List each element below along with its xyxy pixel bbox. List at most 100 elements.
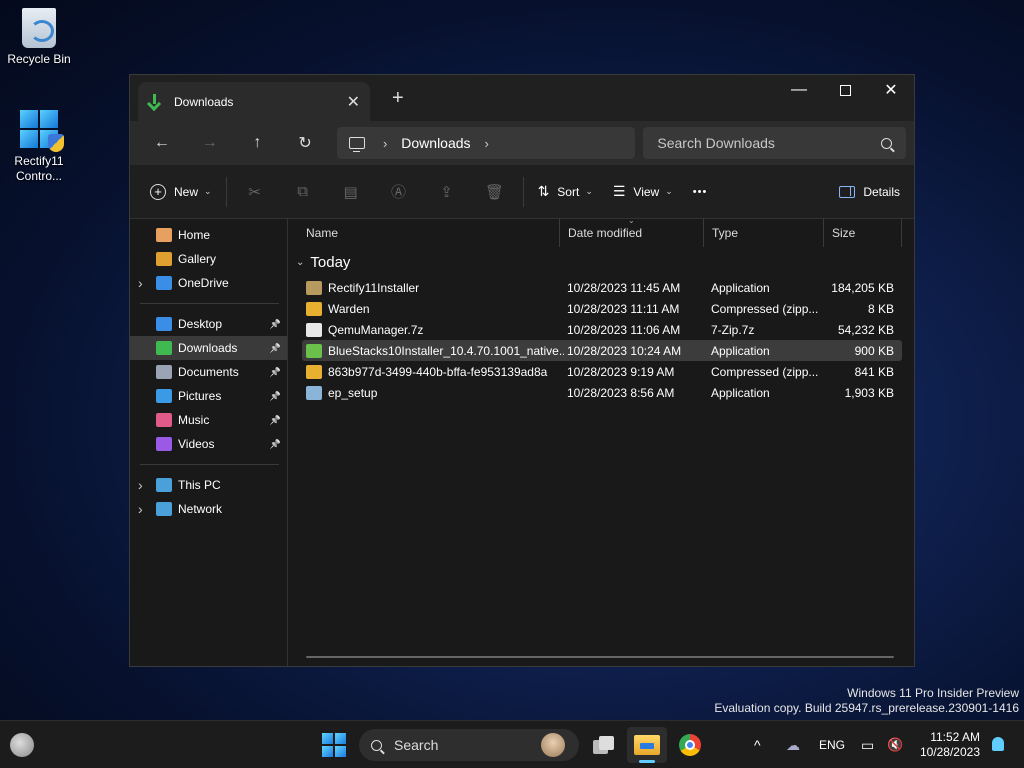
- chevron-right-icon[interactable]: ›: [138, 275, 143, 291]
- onedrive-tray-icon[interactable]: ☁: [786, 721, 800, 768]
- network-tray-icon[interactable]: ▭: [861, 721, 874, 768]
- file-type-icon: [306, 280, 322, 295]
- file-name: 863b977d-3499-440b-bffa-fe953139ad8a: [328, 364, 548, 379]
- breadcrumb[interactable]: › Downloads ›: [336, 127, 636, 159]
- paste-button[interactable]: ▤: [327, 175, 375, 209]
- delete-button[interactable]: 🗑: [471, 175, 519, 209]
- column-header-size[interactable]: Size: [824, 219, 902, 247]
- copy-icon: ⧉: [297, 183, 308, 200]
- file-size: 54,232 KB: [837, 322, 894, 337]
- file-row[interactable]: QemuManager.7z 10/28/2023 11:06 AM 7-Zip.7…: [302, 319, 902, 340]
- taskbar: Search ^ ☁ ENG ▭ 🔇 11:52 AM 10/28/2023: [0, 720, 1024, 768]
- sidebar-item-pictures[interactable]: Pictures 📌: [130, 384, 287, 408]
- more-icon: •••: [692, 185, 708, 198]
- taskbar-chrome[interactable]: [670, 727, 710, 763]
- language-indicator[interactable]: ENG: [819, 721, 845, 768]
- refresh-button[interactable]: ↻: [281, 127, 329, 159]
- back-button[interactable]: ←: [138, 127, 186, 159]
- sidebar-item-documents[interactable]: Documents 📌: [130, 360, 287, 384]
- breadcrumb-separator[interactable]: ›: [485, 136, 489, 151]
- share-icon: ⇪: [440, 183, 453, 201]
- view-button[interactable]: ☰ View ⌄: [603, 175, 683, 209]
- file-row[interactable]: 863b977d-3499-440b-bffa-fe953139ad8a 10/2…: [302, 361, 902, 382]
- sidebar-item-label: Desktop: [178, 317, 223, 331]
- breadcrumb-separator[interactable]: ›: [383, 136, 387, 151]
- notification-bell-icon[interactable]: [992, 737, 1004, 751]
- navigation-pane: Home Gallery › OneDrive Desktop 📌 Downloads 📌 D…: [130, 219, 288, 666]
- close-tab-icon[interactable]: ✕: [347, 92, 360, 112]
- file-name-cell: 863b977d-3499-440b-bffa-fe953139ad8a: [302, 364, 564, 379]
- horizontal-scrollbar[interactable]: [306, 656, 894, 658]
- file-type: 7-Zip.7z: [711, 322, 755, 337]
- cut-button[interactable]: ✂: [231, 175, 279, 209]
- chevron-right-icon[interactable]: ›: [138, 501, 143, 517]
- new-button[interactable]: + New ⌄: [140, 175, 222, 209]
- file-name-cell: ep_setup: [302, 385, 564, 400]
- up-button[interactable]: ↑: [233, 127, 281, 159]
- sidebar-item-home[interactable]: Home: [130, 223, 287, 247]
- breadcrumb-downloads[interactable]: Downloads: [401, 135, 470, 151]
- sidebar-item-network[interactable]: › Network: [130, 497, 287, 521]
- sidebar-item-gallery[interactable]: Gallery: [130, 247, 287, 271]
- copy-button[interactable]: ⧉: [279, 175, 327, 209]
- new-tab-button[interactable]: +: [392, 87, 404, 110]
- maximize-button[interactable]: [822, 75, 868, 105]
- share-button[interactable]: ⇪: [423, 175, 471, 209]
- sidebar-item-videos[interactable]: Videos 📌: [130, 432, 287, 456]
- task-view-icon: [593, 736, 615, 754]
- file-date: 10/28/2023 9:19 AM: [567, 364, 675, 379]
- column-header-name[interactable]: Name: [288, 219, 560, 247]
- clipboard-icon: ▤: [343, 183, 358, 201]
- monitor-icon: [348, 137, 365, 152]
- file-date: 10/28/2023 11:45 AM: [567, 280, 681, 295]
- new-label: New: [174, 184, 199, 199]
- file-row[interactable]: ep_setup 10/28/2023 8:56 AM Application 1,9…: [302, 382, 902, 403]
- active-indicator: [639, 760, 655, 763]
- search-input[interactable]: [657, 135, 858, 151]
- title-bar: Downloads ✕ + — ✕: [130, 75, 914, 121]
- sidebar-item-this-pc[interactable]: › This PC: [130, 473, 287, 497]
- sidebar-item-onedrive[interactable]: › OneDrive: [130, 271, 287, 295]
- taskbar-file-explorer[interactable]: [627, 727, 667, 763]
- desktop-icon-recycle-bin[interactable]: Recycle Bin: [1, 8, 77, 67]
- desktop-icon-label: Recycle Bin: [7, 52, 71, 66]
- sort-button[interactable]: ⇅ Sort ⌄: [528, 175, 603, 209]
- rename-button[interactable]: Ⓐ: [375, 175, 423, 209]
- nav-separator: [140, 303, 279, 304]
- tab-downloads[interactable]: Downloads ✕: [138, 82, 370, 121]
- file-date: 10/28/2023 8:56 AM: [567, 385, 675, 400]
- taskbar-search[interactable]: Search: [359, 729, 579, 761]
- show-hidden-icons-button[interactable]: ^: [754, 721, 761, 768]
- search-box[interactable]: [643, 127, 907, 159]
- forward-button[interactable]: →: [186, 127, 234, 159]
- volume-tray-icon[interactable]: 🔇: [887, 721, 903, 768]
- divider: [522, 176, 524, 207]
- details-button[interactable]: Details: [839, 175, 900, 209]
- desktop-icon-label: Rectify11 Contro...: [14, 154, 64, 183]
- desktop-icon-rectify11[interactable]: Rectify11 Contro...: [1, 110, 77, 184]
- pictures-icon: [156, 389, 172, 403]
- evaluation-watermark: Windows 11 Pro Insider Preview Evaluatio…: [714, 686, 1019, 716]
- chevron-right-icon[interactable]: ›: [138, 477, 143, 493]
- network-icon: ▭: [861, 736, 875, 753]
- start-button[interactable]: [322, 733, 346, 757]
- watermark-line2: Evaluation copy. Build 25947.rs_prerelea…: [714, 701, 1019, 715]
- file-row[interactable]: BlueStacks10Installer_10.4.70.1001_nativ…: [302, 340, 902, 361]
- sidebar-item-desktop[interactable]: Desktop 📌: [130, 312, 287, 336]
- minimize-button[interactable]: —: [776, 75, 822, 105]
- file-row[interactable]: Warden 10/28/2023 11:11 AM Compressed (zip…: [302, 298, 902, 319]
- group-header-today[interactable]: ⌄ Today: [288, 247, 914, 277]
- sidebar-item-music[interactable]: Music 📌: [130, 408, 287, 432]
- column-header-type[interactable]: Type: [704, 219, 824, 247]
- close-window-button[interactable]: ✕: [868, 75, 914, 105]
- divider: [225, 176, 227, 207]
- clock[interactable]: 11:52 AM 10/28/2023: [920, 730, 980, 760]
- sidebar-item-downloads[interactable]: Downloads 📌: [130, 336, 287, 360]
- sidebar-item-label: Documents: [178, 365, 239, 379]
- weather-widget-icon[interactable]: [10, 733, 34, 757]
- address-bar: ← → ↑ ↻ › Downloads ›: [130, 121, 914, 165]
- file-row[interactable]: Rectify11Installer 10/28/2023 11:45 AM App…: [302, 277, 902, 298]
- task-view-button[interactable]: [584, 727, 624, 763]
- more-options-button[interactable]: •••: [683, 175, 718, 209]
- scissors-icon: ✂: [248, 183, 261, 201]
